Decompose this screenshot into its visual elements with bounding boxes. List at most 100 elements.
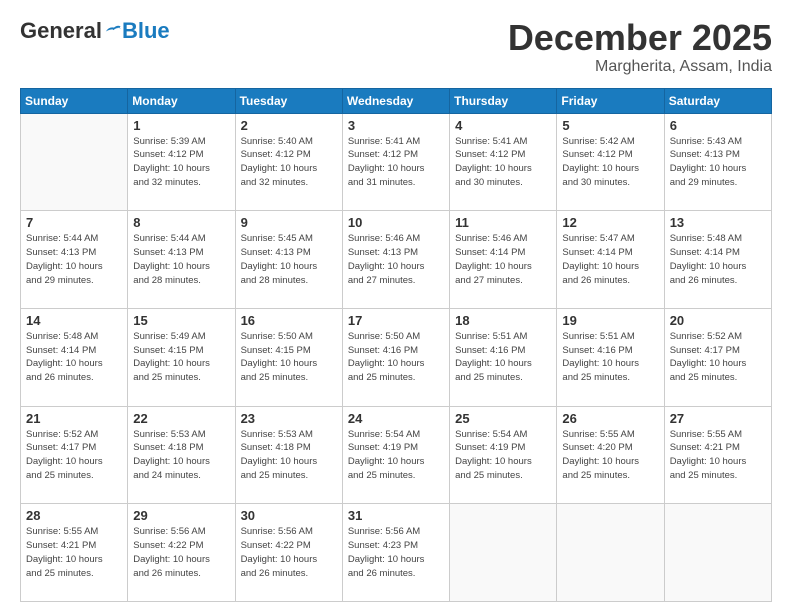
day-number: 10	[348, 215, 444, 230]
day-number: 17	[348, 313, 444, 328]
day-number: 15	[133, 313, 229, 328]
day-info: Sunrise: 5:48 AM Sunset: 4:14 PM Dayligh…	[670, 232, 766, 287]
page: General Blue December 2025 Margherita, A…	[0, 0, 792, 612]
day-number: 28	[26, 508, 122, 523]
day-cell: 18 Sunrise: 5:51 AM Sunset: 4:16 PM Dayli…	[450, 308, 557, 406]
day-cell	[450, 504, 557, 602]
day-info: Sunrise: 5:46 AM Sunset: 4:13 PM Dayligh…	[348, 232, 444, 287]
day-info: Sunrise: 5:46 AM Sunset: 4:14 PM Dayligh…	[455, 232, 551, 287]
day-cell: 26Sunrise: 5:55 AM Sunset: 4:20 PM Dayli…	[557, 406, 664, 504]
day-cell: 7 Sunrise: 5:44 AM Sunset: 4:13 PM Daylig…	[21, 211, 128, 309]
day-number: 11	[455, 215, 551, 230]
day-number: 18	[455, 313, 551, 328]
col-header-saturday: Saturday	[664, 88, 771, 113]
day-cell: 16Sunrise: 5:50 AM Sunset: 4:15 PM Dayli…	[235, 308, 342, 406]
day-number: 16	[241, 313, 337, 328]
day-number: 29	[133, 508, 229, 523]
day-number: 9	[241, 215, 337, 230]
day-info: Sunrise: 5:44 AM Sunset: 4:13 PM Dayligh…	[26, 232, 122, 287]
day-number: 7	[26, 215, 122, 230]
day-info: Sunrise: 5:43 AM Sunset: 4:13 PM Dayligh…	[670, 135, 766, 190]
day-info: Sunrise: 5:53 AM Sunset: 4:18 PM Dayligh…	[133, 428, 229, 483]
day-number: 6	[670, 118, 766, 133]
logo-general: General	[20, 18, 102, 44]
day-cell: 2Sunrise: 5:40 AM Sunset: 4:12 PM Daylig…	[235, 113, 342, 211]
day-info: Sunrise: 5:52 AM Sunset: 4:17 PM Dayligh…	[26, 428, 122, 483]
col-header-sunday: Sunday	[21, 88, 128, 113]
day-cell: 28Sunrise: 5:55 AM Sunset: 4:21 PM Dayli…	[21, 504, 128, 602]
day-cell: 21 Sunrise: 5:52 AM Sunset: 4:17 PM Dayli…	[21, 406, 128, 504]
day-number: 3	[348, 118, 444, 133]
day-info: Sunrise: 5:53 AM Sunset: 4:18 PM Dayligh…	[241, 428, 337, 483]
col-header-tuesday: Tuesday	[235, 88, 342, 113]
day-info: Sunrise: 5:40 AM Sunset: 4:12 PM Dayligh…	[241, 135, 337, 190]
day-number: 5	[562, 118, 658, 133]
day-number: 23	[241, 411, 337, 426]
day-cell: 25 Sunrise: 5:54 AM Sunset: 4:19 PM Dayli…	[450, 406, 557, 504]
title-block: December 2025 Margherita, Assam, India	[508, 18, 772, 76]
day-cell: 6 Sunrise: 5:43 AM Sunset: 4:13 PM Daylig…	[664, 113, 771, 211]
day-info: Sunrise: 5:55 AM Sunset: 4:21 PM Dayligh…	[670, 428, 766, 483]
day-info: Sunrise: 5:51 AM Sunset: 4:16 PM Dayligh…	[455, 330, 551, 385]
day-number: 26	[562, 411, 658, 426]
day-cell: 17 Sunrise: 5:50 AM Sunset: 4:16 PM Dayli…	[342, 308, 449, 406]
day-cell: 8 Sunrise: 5:44 AM Sunset: 4:13 PM Daylig…	[128, 211, 235, 309]
day-number: 24	[348, 411, 444, 426]
day-info: Sunrise: 5:52 AM Sunset: 4:17 PM Dayligh…	[670, 330, 766, 385]
logo: General Blue	[20, 18, 170, 44]
header-row: SundayMondayTuesdayWednesdayThursdayFrid…	[21, 88, 772, 113]
day-cell: 29Sunrise: 5:56 AM Sunset: 4:22 PM Dayli…	[128, 504, 235, 602]
week-row-2: 7 Sunrise: 5:44 AM Sunset: 4:13 PM Daylig…	[21, 211, 772, 309]
day-number: 4	[455, 118, 551, 133]
day-info: Sunrise: 5:51 AM Sunset: 4:16 PM Dayligh…	[562, 330, 658, 385]
location-subtitle: Margherita, Assam, India	[508, 58, 772, 76]
day-cell: 12Sunrise: 5:47 AM Sunset: 4:14 PM Dayli…	[557, 211, 664, 309]
day-number: 8	[133, 215, 229, 230]
day-number: 31	[348, 508, 444, 523]
day-cell: 15 Sunrise: 5:49 AM Sunset: 4:15 PM Dayli…	[128, 308, 235, 406]
day-info: Sunrise: 5:49 AM Sunset: 4:15 PM Dayligh…	[133, 330, 229, 385]
header: General Blue December 2025 Margherita, A…	[20, 18, 772, 76]
day-cell	[557, 504, 664, 602]
day-cell	[664, 504, 771, 602]
col-header-thursday: Thursday	[450, 88, 557, 113]
day-info: Sunrise: 5:48 AM Sunset: 4:14 PM Dayligh…	[26, 330, 122, 385]
col-header-wednesday: Wednesday	[342, 88, 449, 113]
day-number: 21	[26, 411, 122, 426]
day-cell: 24Sunrise: 5:54 AM Sunset: 4:19 PM Dayli…	[342, 406, 449, 504]
day-info: Sunrise: 5:44 AM Sunset: 4:13 PM Dayligh…	[133, 232, 229, 287]
day-number: 13	[670, 215, 766, 230]
day-cell: 11 Sunrise: 5:46 AM Sunset: 4:14 PM Dayli…	[450, 211, 557, 309]
day-info: Sunrise: 5:39 AM Sunset: 4:12 PM Dayligh…	[133, 135, 229, 190]
week-row-4: 21 Sunrise: 5:52 AM Sunset: 4:17 PM Dayli…	[21, 406, 772, 504]
day-cell: 22Sunrise: 5:53 AM Sunset: 4:18 PM Dayli…	[128, 406, 235, 504]
day-cell: 30Sunrise: 5:56 AM Sunset: 4:22 PM Dayli…	[235, 504, 342, 602]
day-cell: 20 Sunrise: 5:52 AM Sunset: 4:17 PM Dayli…	[664, 308, 771, 406]
day-number: 27	[670, 411, 766, 426]
day-number: 30	[241, 508, 337, 523]
col-header-monday: Monday	[128, 88, 235, 113]
day-number: 25	[455, 411, 551, 426]
day-info: Sunrise: 5:50 AM Sunset: 4:16 PM Dayligh…	[348, 330, 444, 385]
day-cell: 19 Sunrise: 5:51 AM Sunset: 4:16 PM Dayli…	[557, 308, 664, 406]
day-info: Sunrise: 5:54 AM Sunset: 4:19 PM Dayligh…	[455, 428, 551, 483]
day-number: 20	[670, 313, 766, 328]
day-cell: 27 Sunrise: 5:55 AM Sunset: 4:21 PM Dayli…	[664, 406, 771, 504]
day-cell: 23 Sunrise: 5:53 AM Sunset: 4:18 PM Dayli…	[235, 406, 342, 504]
day-number: 19	[562, 313, 658, 328]
day-number: 1	[133, 118, 229, 133]
day-number: 14	[26, 313, 122, 328]
day-cell: 9 Sunrise: 5:45 AM Sunset: 4:13 PM Daylig…	[235, 211, 342, 309]
logo-bird-icon	[104, 24, 122, 38]
week-row-3: 14 Sunrise: 5:48 AM Sunset: 4:14 PM Dayli…	[21, 308, 772, 406]
calendar-table: SundayMondayTuesdayWednesdayThursdayFrid…	[20, 88, 772, 602]
day-cell: 1 Sunrise: 5:39 AM Sunset: 4:12 PM Daylig…	[128, 113, 235, 211]
day-info: Sunrise: 5:42 AM Sunset: 4:12 PM Dayligh…	[562, 135, 658, 190]
logo-blue: Blue	[122, 18, 170, 44]
day-cell	[21, 113, 128, 211]
day-cell: 10 Sunrise: 5:46 AM Sunset: 4:13 PM Dayli…	[342, 211, 449, 309]
day-info: Sunrise: 5:41 AM Sunset: 4:12 PM Dayligh…	[348, 135, 444, 190]
logo-text: General Blue	[20, 18, 170, 44]
day-info: Sunrise: 5:45 AM Sunset: 4:13 PM Dayligh…	[241, 232, 337, 287]
day-cell: 4Sunrise: 5:41 AM Sunset: 4:12 PM Daylig…	[450, 113, 557, 211]
